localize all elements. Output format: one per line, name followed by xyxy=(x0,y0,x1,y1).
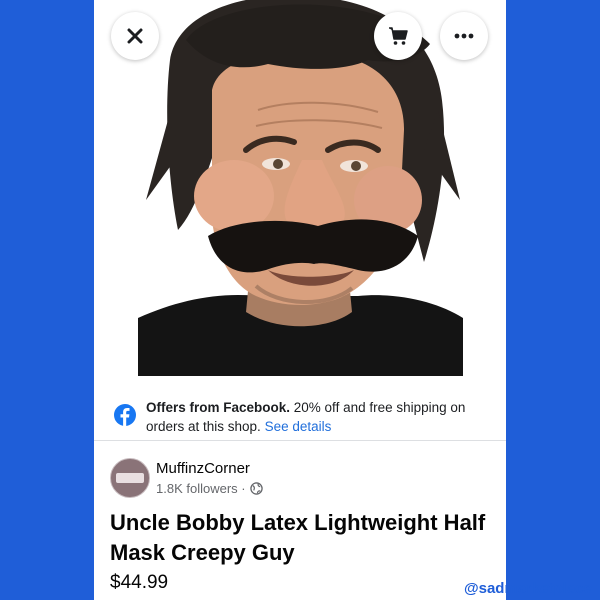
seller-followers: 1.8K followers · xyxy=(156,481,246,496)
offer-text: Offers from Facebook. 20% off and free s… xyxy=(146,398,496,436)
facebook-icon xyxy=(114,404,136,426)
listing-price: $44.99 xyxy=(110,572,169,593)
more-options-button[interactable] xyxy=(440,12,488,60)
more-icon xyxy=(454,33,474,39)
close-button[interactable] xyxy=(111,12,159,60)
seller-name[interactable]: MuffinzCorner xyxy=(156,460,250,477)
close-icon xyxy=(127,28,143,44)
offer-banner: Offers from Facebook. 20% off and free s… xyxy=(94,384,506,441)
product-image[interactable] xyxy=(138,0,463,376)
watermark: @sadmarketplace xyxy=(463,580,592,597)
cart-icon xyxy=(389,27,408,45)
cart-button[interactable] xyxy=(374,12,422,60)
marketplace-listing: Offers from Facebook. 20% off and free s… xyxy=(94,0,506,600)
offer-brand: Offers from Facebook. xyxy=(146,400,291,415)
see-details-link[interactable]: See details xyxy=(265,419,332,434)
seller-meta: 1.8K followers · xyxy=(156,481,263,496)
avatar-logo xyxy=(116,473,144,483)
listing-title: Uncle Bobby Latex Lightweight Half Mask … xyxy=(110,510,486,565)
seller-avatar[interactable] xyxy=(110,458,150,498)
globe-icon xyxy=(249,482,263,495)
seller-info[interactable]: MuffinzCorner 1.8K followers · xyxy=(110,456,490,500)
product-photo-area xyxy=(94,0,506,378)
